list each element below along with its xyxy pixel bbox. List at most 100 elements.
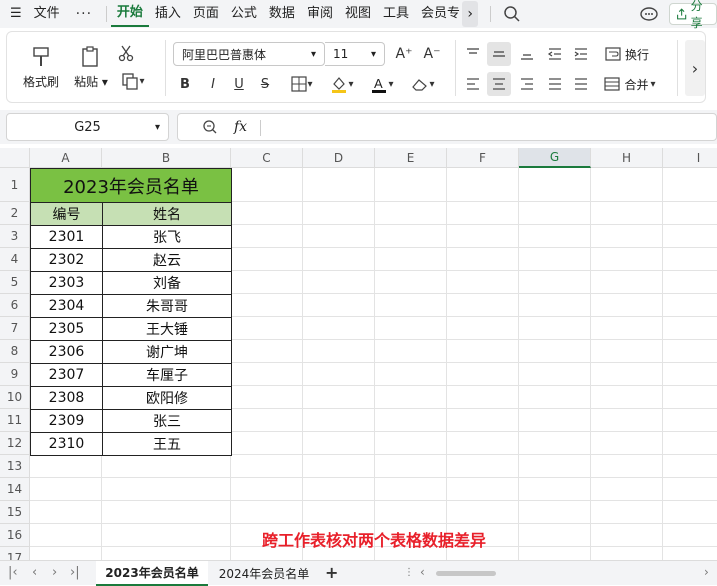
font-size-select[interactable]: 11 ▾ xyxy=(325,42,385,66)
grid-cell[interactable] xyxy=(447,168,519,202)
grid-cell[interactable] xyxy=(519,478,591,501)
row-header[interactable]: 1 xyxy=(0,168,30,202)
grid-cell[interactable] xyxy=(663,317,717,340)
column-header[interactable]: H xyxy=(591,148,663,168)
bold-button[interactable]: B xyxy=(173,72,197,96)
grid-cell[interactable] xyxy=(375,294,447,317)
grid-cell[interactable] xyxy=(447,225,519,248)
grid-cell[interactable] xyxy=(231,409,303,432)
grid-cell[interactable] xyxy=(663,168,717,202)
row-header[interactable]: 13 xyxy=(0,455,30,478)
grid-cell[interactable] xyxy=(519,340,591,363)
grid-cell[interactable] xyxy=(303,409,375,432)
zoom-icon[interactable] xyxy=(202,119,218,139)
table-cell[interactable]: 刘备 xyxy=(102,271,232,295)
sheet-tab-2024[interactable]: 2024年会员名单 xyxy=(210,561,318,586)
grid-cell[interactable] xyxy=(591,432,663,455)
grid-cell[interactable] xyxy=(231,501,303,524)
format-painter-button[interactable]: 格式刷 xyxy=(17,40,65,94)
grid-cell[interactable] xyxy=(303,248,375,271)
grid-cell[interactable] xyxy=(447,202,519,225)
grid-cell[interactable] xyxy=(30,455,102,478)
tab-page[interactable]: 页面 xyxy=(187,0,225,28)
grid-cell[interactable] xyxy=(447,409,519,432)
tab-view[interactable]: 视图 xyxy=(339,0,377,28)
grid-cell[interactable] xyxy=(519,409,591,432)
table-header-cell[interactable]: 姓名 xyxy=(102,202,232,226)
table-cell[interactable]: 张飞 xyxy=(102,225,232,249)
table-cell[interactable]: 2304 xyxy=(30,294,103,318)
more-menu-icon[interactable]: ··· xyxy=(66,6,102,22)
grid-cell[interactable] xyxy=(519,317,591,340)
tab-home[interactable]: 开始 xyxy=(110,1,149,27)
grid-cell[interactable] xyxy=(447,455,519,478)
search-icon[interactable] xyxy=(503,5,521,23)
grid-cell[interactable] xyxy=(102,455,231,478)
grid-cell[interactable] xyxy=(30,524,102,547)
table-cell[interactable]: 2301 xyxy=(30,225,103,249)
row-header[interactable]: 4 xyxy=(0,248,30,271)
grid-cell[interactable] xyxy=(303,317,375,340)
column-header[interactable]: A xyxy=(30,148,102,168)
next-sheet-icon[interactable]: › xyxy=(52,565,57,580)
grid-cell[interactable] xyxy=(519,432,591,455)
grid-cell[interactable] xyxy=(375,168,447,202)
table-cell[interactable]: 朱哥哥 xyxy=(102,294,232,318)
grid-cell[interactable] xyxy=(591,455,663,478)
grid-cell[interactable] xyxy=(303,386,375,409)
copy-icon[interactable]: ▾ xyxy=(115,70,151,92)
row-header[interactable]: 15 xyxy=(0,501,30,524)
grid-cell[interactable] xyxy=(102,524,231,547)
spreadsheet-grid[interactable]: A B C D E F G H I 1 2 3 4 5 6 7 8 9 10 11 12 13 14 15 16 17 2023年会… xyxy=(0,148,717,560)
grid-cell[interactable] xyxy=(519,271,591,294)
grid-cell[interactable] xyxy=(231,168,303,202)
grid-cell[interactable] xyxy=(663,386,717,409)
grid-cell[interactable] xyxy=(663,248,717,271)
table-cell[interactable]: 2307 xyxy=(30,363,103,387)
grid-cell[interactable] xyxy=(102,547,231,560)
grid-cell[interactable] xyxy=(519,547,591,560)
grid-cell[interactable] xyxy=(303,294,375,317)
grid-cell[interactable] xyxy=(591,317,663,340)
grid-cell[interactable] xyxy=(375,501,447,524)
row-header[interactable]: 2 xyxy=(0,202,30,225)
column-header[interactable]: D xyxy=(303,148,375,168)
share-button[interactable]: 分享 xyxy=(669,0,717,30)
grid-cell[interactable] xyxy=(30,547,102,560)
grid-cell[interactable] xyxy=(447,501,519,524)
grid-cell[interactable] xyxy=(591,478,663,501)
table-header-cell[interactable]: 编号 xyxy=(30,202,103,226)
eraser-icon[interactable]: ▾ xyxy=(405,72,441,96)
grid-cell[interactable] xyxy=(375,340,447,363)
increase-font-button[interactable]: A⁺ xyxy=(391,42,417,66)
grid-cell[interactable] xyxy=(591,501,663,524)
first-sheet-icon[interactable]: |‹ xyxy=(8,565,18,580)
grid-cell[interactable] xyxy=(375,317,447,340)
row-header[interactable]: 6 xyxy=(0,294,30,317)
table-cell[interactable]: 张三 xyxy=(102,409,232,433)
grid-cell[interactable] xyxy=(375,409,447,432)
prev-sheet-icon[interactable]: ‹ xyxy=(32,565,37,580)
table-cell[interactable]: 2310 xyxy=(30,432,103,456)
grid-cell[interactable] xyxy=(303,501,375,524)
table-cell[interactable]: 欧阳修 xyxy=(102,386,232,410)
grid-cell[interactable] xyxy=(519,501,591,524)
grid-cell[interactable] xyxy=(375,248,447,271)
grid-cell[interactable] xyxy=(591,271,663,294)
grid-cell[interactable] xyxy=(591,547,663,560)
align-right-icon[interactable] xyxy=(515,72,539,96)
name-box[interactable]: G25 ▾ xyxy=(6,113,169,141)
column-header[interactable]: C xyxy=(231,148,303,168)
grid-cell[interactable] xyxy=(447,294,519,317)
ribbon-scroll-right-icon[interactable]: › xyxy=(685,40,705,96)
grid-cell[interactable] xyxy=(519,225,591,248)
grid-cell[interactable] xyxy=(663,478,717,501)
grid-cell[interactable] xyxy=(591,202,663,225)
grid-cell[interactable] xyxy=(375,202,447,225)
grid-cell[interactable] xyxy=(591,168,663,202)
row-header[interactable]: 7 xyxy=(0,317,30,340)
grid-cell[interactable] xyxy=(447,386,519,409)
underline-button[interactable]: U xyxy=(227,72,251,96)
table-cell[interactable]: 2306 xyxy=(30,340,103,364)
table-cell[interactable]: 2308 xyxy=(30,386,103,410)
